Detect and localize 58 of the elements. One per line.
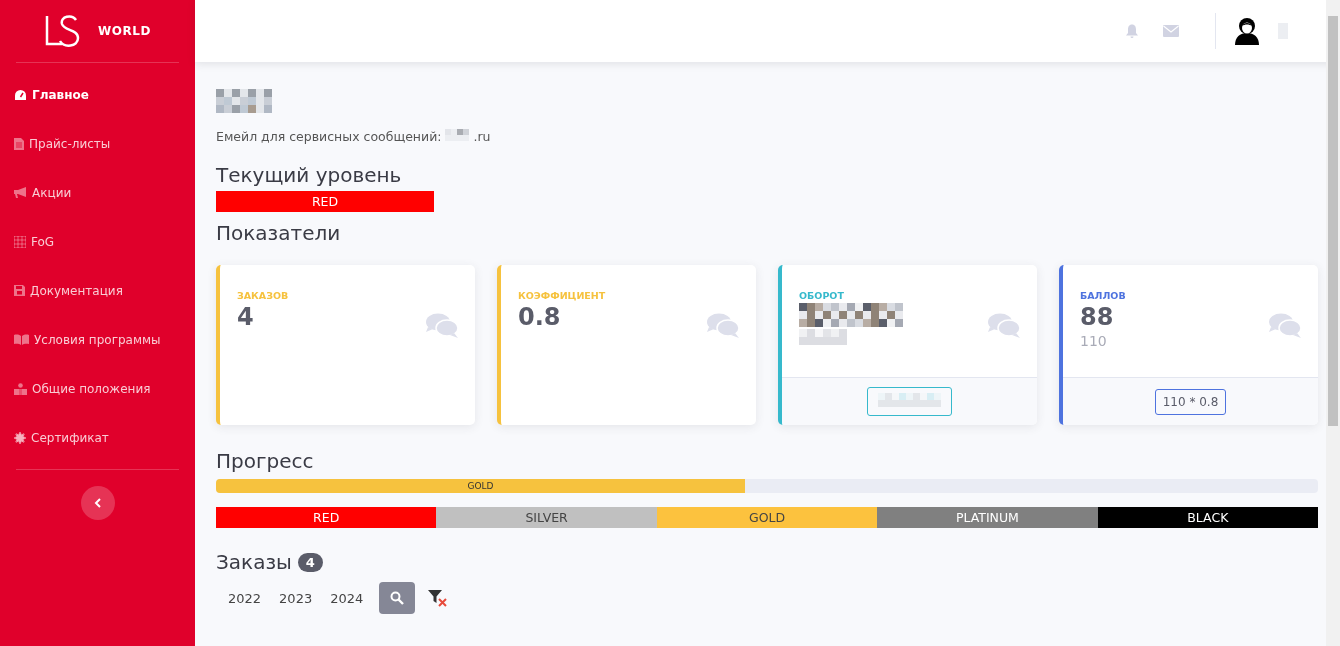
email-label: Емейл для сервисных сообщений: [216,129,442,144]
book-icon [14,334,29,345]
sidebar-item[interactable]: Документация [14,266,179,315]
document-icon [14,137,24,150]
sidebar-item[interactable]: Главное [14,70,179,119]
collapse-button[interactable] [80,486,115,520]
sidebar-item[interactable]: Условия программы [14,315,179,364]
section-heading: Прогресс [216,449,315,473]
sidebar-item[interactable]: Сертификат [14,413,179,462]
user-avatar-icon[interactable] [1234,17,1260,45]
email-domain: .ru [473,129,491,144]
sidebar-item[interactable]: Акции [14,168,179,217]
section-heading: Показатели [216,221,342,245]
formula-box: 110 * 0.8 [1154,388,1227,415]
level-segment: BLACK [1097,507,1319,528]
count-badge: 4 [297,552,323,572]
card-title: БАЛЛОВ [1080,290,1126,301]
card-title: ЗАКАЗОВ [237,290,289,301]
clear-filter-icon[interactable] [428,589,449,607]
year-filter[interactable]: 2024 [322,582,372,614]
chat-bubbles-icon [987,313,1021,339]
card-value: 0.8 [518,303,562,331]
card-subvalue: 110 [1080,333,1108,349]
search-icon [390,591,405,605]
envelope-icon[interactable] [1163,25,1179,37]
megaphone-icon [14,187,27,198]
level-segment: PLATINUM [877,507,1098,528]
gear-icon [14,431,26,444]
sidebar-item[interactable]: Общие положения [14,364,179,413]
search-button[interactable] [379,582,416,614]
current-level-bar: RED [216,191,434,212]
logo-text: WORLD [98,24,151,38]
section-heading: Текущий уровень [216,163,403,187]
sidebar-item[interactable]: Прайс-листы [14,119,179,168]
year-filter[interactable]: 2023 [271,582,321,614]
card-value: 4 [237,303,255,331]
year-filter[interactable]: 2022 [220,582,270,614]
bell-icon[interactable] [1125,23,1139,39]
sidebar-item[interactable]: FoG [14,217,179,266]
level-segment: RED [216,507,437,528]
card-value: 88 [1080,303,1115,331]
chat-bubbles-icon [425,313,459,339]
card-title: ОБОРОТ [799,290,845,301]
grid-icon [14,235,26,248]
redacted-name [216,89,272,113]
chat-bubbles-icon [1268,313,1302,339]
level-segment: GOLD [656,507,878,528]
redacted-subvalue [799,329,847,345]
progress-fill: GOLD [216,479,745,493]
section-heading: Заказы [216,550,292,574]
redacted-email [445,129,470,141]
level-segment: SILVER [436,507,657,528]
gauge-icon [14,88,27,101]
scrollbar[interactable] [1326,0,1340,646]
chat-bubbles-icon [706,313,740,339]
people-icon [14,382,27,395]
chevron-left-icon [93,498,102,508]
card-title: КОЭФФИЦИЕНТ [518,290,606,301]
